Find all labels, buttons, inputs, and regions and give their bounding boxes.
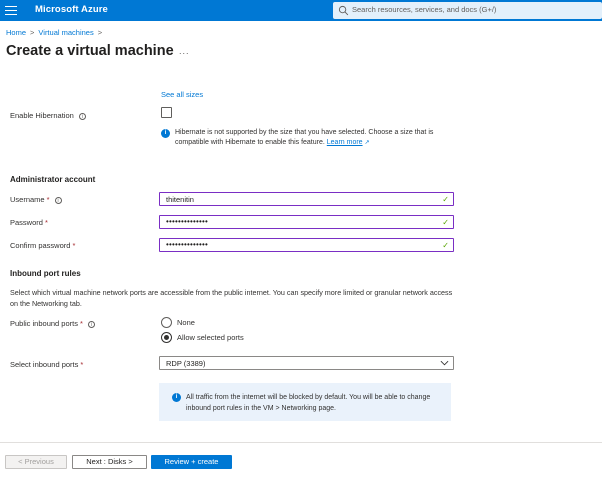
top-bar: Microsoft Azure Search resources, servic… xyxy=(0,0,602,21)
required-marker: * xyxy=(80,360,84,369)
info-icon[interactable]: i xyxy=(78,113,86,120)
info-icon: i xyxy=(161,129,170,138)
username-label: Username * i xyxy=(10,195,62,204)
radio-none[interactable] xyxy=(161,317,172,328)
next-disks-button[interactable]: Next : Disks > xyxy=(72,455,147,469)
confirm-password-value: •••••••••••••• xyxy=(166,240,209,249)
global-search-input[interactable]: Search resources, services, and docs (G+… xyxy=(333,2,602,19)
password-value: •••••••••••••• xyxy=(166,217,209,226)
inbound-description: Select which virtual machine network por… xyxy=(10,288,453,308)
page-title: Create a virtual machine xyxy=(6,43,174,59)
enable-hibernation-label-text: Enable Hibernation xyxy=(10,111,74,120)
more-options-icon[interactable]: ... xyxy=(179,46,190,56)
chevron-down-icon xyxy=(440,360,449,366)
enable-hibernation-checkbox[interactable] xyxy=(161,107,172,118)
confirm-password-label: Confirm password * xyxy=(10,241,75,250)
username-value: thitenitin xyxy=(166,195,194,204)
info-icon[interactable]: i xyxy=(87,321,95,328)
select-inbound-ports-label-text: Select inbound ports xyxy=(10,360,79,369)
confirm-password-input[interactable]: •••••••••••••• ✓ xyxy=(159,238,454,252)
valid-check-icon: ✓ xyxy=(442,195,449,204)
breadcrumb-home[interactable]: Home xyxy=(6,28,26,37)
confirm-password-label-text: Confirm password xyxy=(10,241,71,250)
search-placeholder: Search resources, services, and docs (G+… xyxy=(352,5,497,14)
administrator-account-heading: Administrator account xyxy=(10,175,96,184)
radio-allow-selected-ports-label[interactable]: Allow selected ports xyxy=(177,333,244,342)
valid-check-icon: ✓ xyxy=(442,241,449,250)
external-link-icon: ↗ xyxy=(364,140,370,146)
review-create-button[interactable]: Review + create xyxy=(151,455,232,469)
info-icon[interactable]: i xyxy=(54,197,62,204)
select-inbound-ports-value: RDP (3389) xyxy=(166,359,206,368)
search-icon xyxy=(338,5,349,16)
select-inbound-ports-dropdown[interactable]: RDP (3389) xyxy=(159,356,454,370)
brand-title[interactable]: Microsoft Azure xyxy=(35,4,108,15)
radio-none-label[interactable]: None xyxy=(177,318,195,327)
footer-divider xyxy=(0,442,602,443)
breadcrumb-virtual-machines[interactable]: Virtual machines xyxy=(38,28,93,37)
previous-button[interactable]: < Previous xyxy=(5,455,67,469)
required-marker: * xyxy=(79,319,83,328)
chevron-right-icon: > xyxy=(97,28,103,37)
traffic-info-message: i All traffic from the internet will be … xyxy=(159,383,451,421)
select-inbound-ports-label: Select inbound ports * xyxy=(10,360,83,369)
required-marker: * xyxy=(46,195,50,204)
traffic-info-text: All traffic from the internet will be bl… xyxy=(186,394,431,412)
public-inbound-ports-label-text: Public inbound ports xyxy=(10,319,78,328)
chevron-right-icon: > xyxy=(30,28,35,37)
password-label-text: Password xyxy=(10,218,43,227)
username-input[interactable]: thitenitin ✓ xyxy=(159,192,454,206)
username-label-text: Username xyxy=(10,195,45,204)
password-label: Password * xyxy=(10,218,48,227)
breadcrumb: Home > Virtual machines > xyxy=(6,28,106,37)
password-input[interactable]: •••••••••••••• ✓ xyxy=(159,215,454,229)
required-marker: * xyxy=(72,241,76,250)
hamburger-menu-icon[interactable] xyxy=(5,4,17,16)
enable-hibernation-label: Enable Hibernation i xyxy=(10,111,86,120)
info-icon: i xyxy=(172,393,181,402)
valid-check-icon: ✓ xyxy=(442,218,449,227)
inbound-port-rules-heading: Inbound port rules xyxy=(10,269,81,278)
radio-allow-selected-ports[interactable] xyxy=(161,332,172,343)
public-inbound-ports-label: Public inbound ports * i xyxy=(10,319,95,328)
learn-more-link[interactable]: Learn more xyxy=(327,139,363,146)
required-marker: * xyxy=(44,218,48,227)
hibernation-info-text: Hibernate is not supported by the size t… xyxy=(175,129,434,146)
see-all-sizes-link[interactable]: See all sizes xyxy=(161,90,203,99)
